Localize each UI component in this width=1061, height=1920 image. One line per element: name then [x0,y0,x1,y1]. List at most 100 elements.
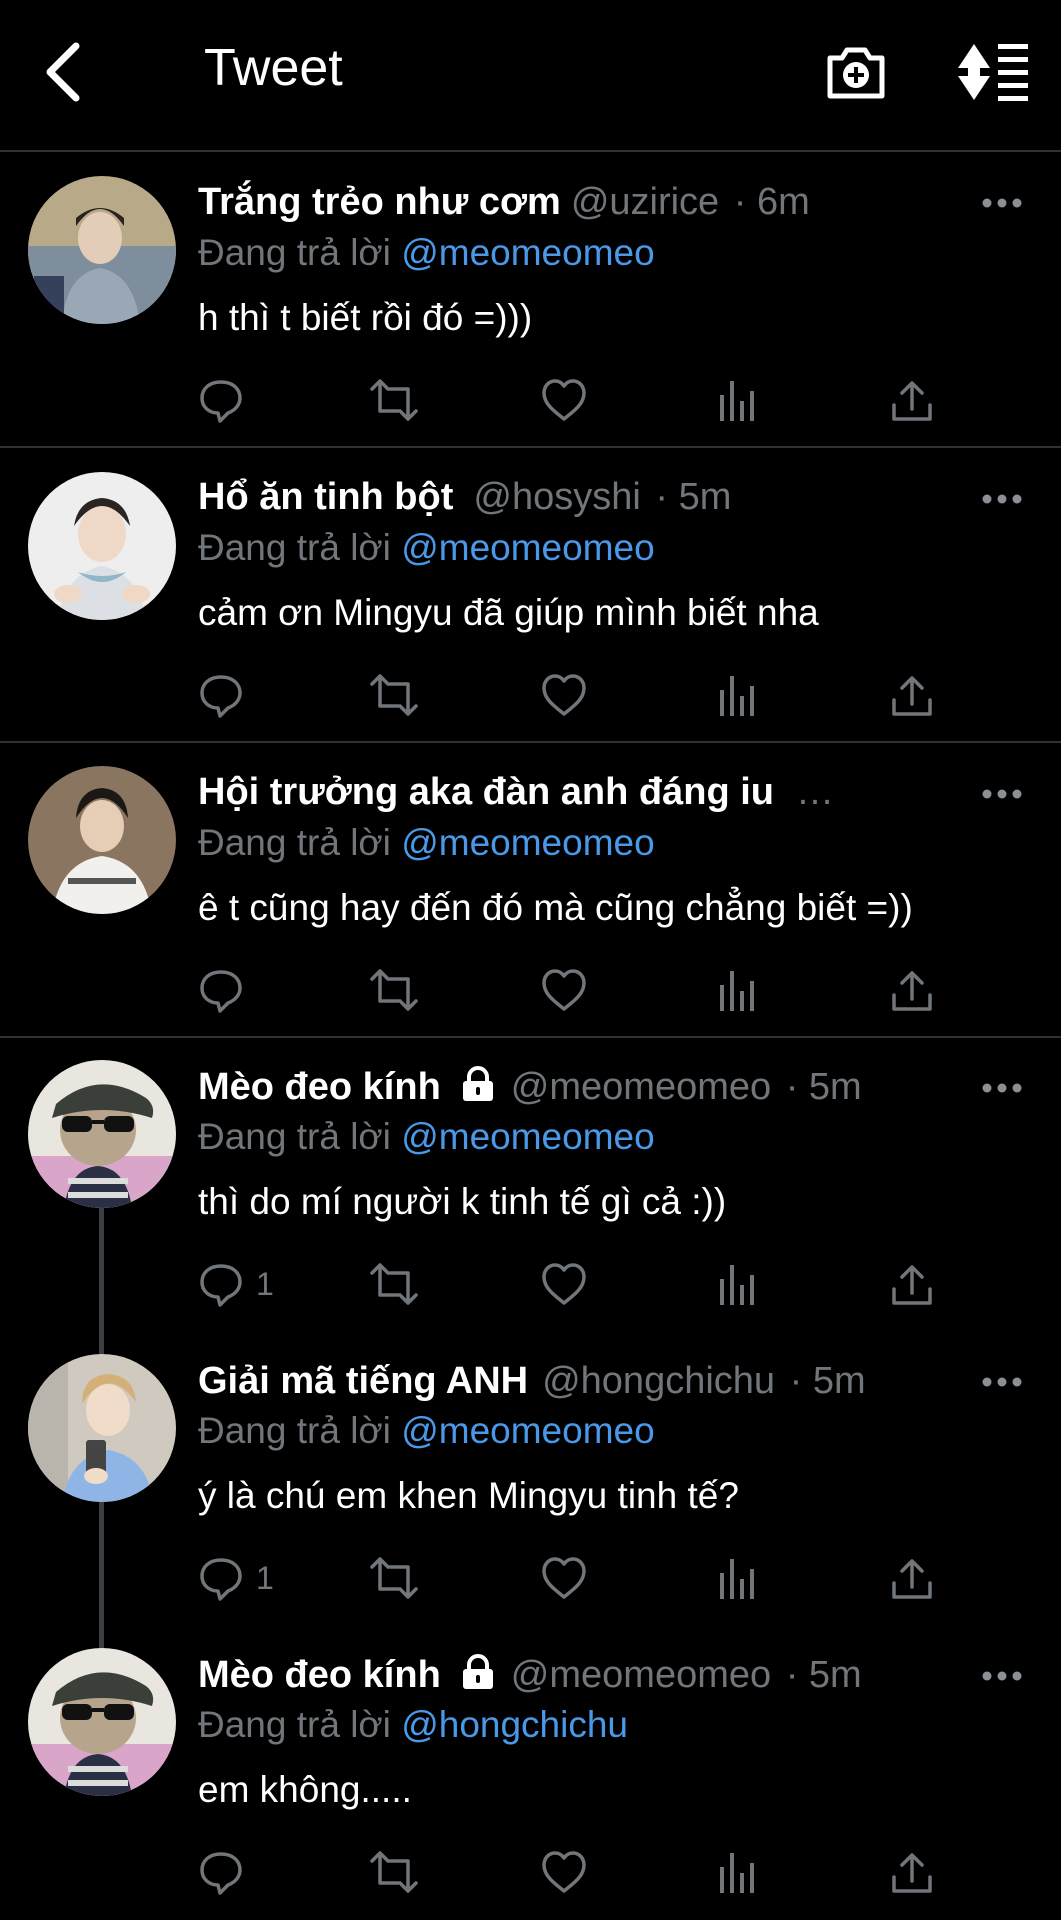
more-button[interactable] [980,784,1024,804]
replying-to: Đang trả lời @hongchichu [198,1704,628,1746]
analytics-icon [720,1265,754,1305]
analytics-icon [720,1853,754,1893]
tweet-author[interactable]: Hổ ăn tinh bột @hosyshi · 5m [198,476,731,519]
share-button[interactable] [890,1847,934,1897]
like-icon [542,1263,586,1305]
like-button[interactable] [540,965,588,1015]
thread-line [99,1502,104,1652]
replying-label: Đang trả lời [198,1116,391,1157]
share-button[interactable] [890,670,934,720]
replying-label: Đang trả lời [198,1704,391,1745]
analytics-button[interactable] [718,670,758,720]
back-arrow-icon [46,42,80,102]
more-button[interactable] [980,1078,1024,1098]
author-handle: @meomeomeo [510,1066,772,1109]
tweet-author[interactable]: Giải mã tiếng ANH @hongchichu · 5m [198,1360,866,1403]
analytics-button[interactable] [718,1847,758,1897]
avatar[interactable] [28,1060,176,1208]
reply-icon [200,1558,242,1601]
like-button[interactable] [540,1259,588,1309]
avatar[interactable] [28,766,176,914]
analytics-button[interactable] [718,965,758,1015]
author-handle: @hongchichu [542,1360,776,1402]
tweet-author[interactable]: Hội trưởng aka đàn anh đáng iu … [198,771,844,814]
tweet-author[interactable]: Mèo đeo kính @meomeomeo · 5m [198,1654,862,1700]
more-button[interactable] [980,489,1024,509]
share-icon [892,1853,932,1893]
share-icon [892,1559,932,1599]
retweet-button[interactable] [368,1259,420,1309]
retweet-icon [370,969,418,1011]
reply-mention[interactable]: @meomeomeo [401,1116,655,1157]
reply-icon [200,970,242,1013]
reply-mention[interactable]: @meomeomeo [401,1410,655,1451]
tweet-time: · 6m [733,181,810,223]
sort-icon [958,44,1028,101]
page-title: Tweet [204,39,343,97]
lock-icon [459,1066,497,1112]
analytics-icon [720,381,754,421]
reply-button[interactable]: 1 [198,1553,274,1603]
more-button[interactable] [980,1666,1024,1686]
more-button[interactable] [980,193,1024,213]
like-button[interactable] [540,670,588,720]
retweet-button[interactable] [368,1847,420,1897]
like-button[interactable] [540,1553,588,1603]
replying-to: Đang trả lời @meomeomeo [198,822,655,864]
reply-mention[interactable]: @meomeomeo [401,822,655,863]
avatar[interactable] [28,176,176,324]
retweet-button[interactable] [368,965,420,1015]
back-button[interactable] [40,36,100,108]
more-icon [982,1083,1022,1093]
replying-label: Đang trả lời [198,232,391,273]
retweet-button[interactable] [368,670,420,720]
reply-button[interactable]: 1 [198,1259,274,1309]
replying-label: Đang trả lời [198,527,391,568]
tweet-time: · 5m [785,1066,862,1109]
author-handle: … [796,771,835,813]
reply-mention[interactable]: @meomeomeo [401,232,655,273]
reply-button[interactable] [198,670,256,720]
reply-icon [200,380,242,423]
sort-button[interactable] [954,40,1030,104]
reply-mention[interactable]: @hongchichu [401,1704,628,1745]
author-name: Trắng trẻo như cơm [198,181,561,223]
avatar[interactable] [28,1354,176,1502]
like-button[interactable] [540,1847,588,1897]
camera-button[interactable] [824,40,888,104]
more-icon [982,789,1022,799]
share-button[interactable] [890,375,934,425]
retweet-icon [370,1263,418,1305]
tweet-text: thì do mí người k tinh tế gì cả :)) [198,1181,727,1222]
reply-mention[interactable]: @meomeomeo [401,527,655,568]
analytics-button[interactable] [718,1259,758,1309]
retweet-button[interactable] [368,375,420,425]
share-button[interactable] [890,1259,934,1309]
reply-button[interactable] [198,1847,256,1897]
share-button[interactable] [890,1553,934,1603]
author-name: Hội trưởng aka đàn anh đáng iu [198,771,775,813]
retweet-icon [370,379,418,421]
reply-icon [200,1264,242,1307]
retweet-icon [370,674,418,716]
like-button[interactable] [540,375,588,425]
tweet-text: h thì t biết rồi đó =))) [198,297,533,338]
avatar[interactable] [28,472,176,620]
avatar[interactable] [28,1648,176,1796]
share-button[interactable] [890,965,934,1015]
more-icon [982,494,1022,504]
analytics-button[interactable] [718,375,758,425]
retweet-button[interactable] [368,1553,420,1603]
reply-button[interactable] [198,375,256,425]
more-button[interactable] [980,1372,1024,1392]
tweet-time: · 5m [789,1360,866,1402]
divider [0,446,1061,448]
more-icon [982,198,1022,208]
tweet-author[interactable]: Trắng trẻo như cơm @uzirice · 6m [198,181,810,224]
share-icon [892,381,932,421]
reply-button[interactable] [198,965,256,1015]
more-icon [982,1377,1022,1387]
reply-count: 1 [256,1559,274,1596]
tweet-author[interactable]: Mèo đeo kính @meomeomeo · 5m [198,1066,862,1112]
analytics-button[interactable] [718,1553,758,1603]
